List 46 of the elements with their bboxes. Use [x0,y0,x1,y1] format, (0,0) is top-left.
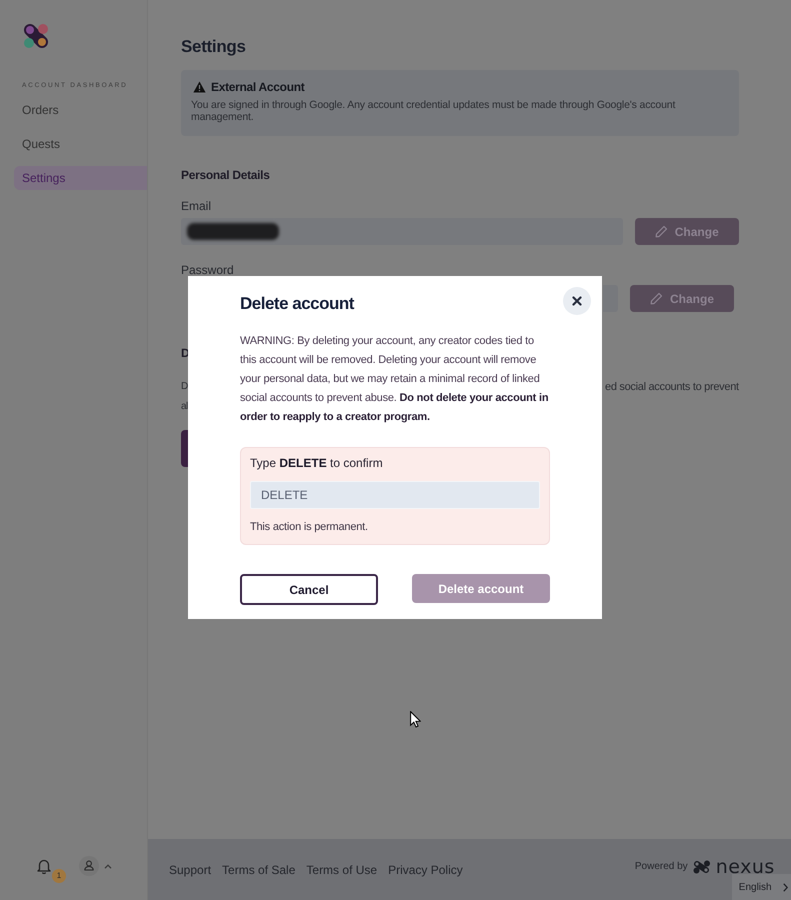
modal-title: Delete account [240,293,356,315]
sidebar-item[interactable]: Orders [14,98,147,122]
language-selector[interactable]: English [732,874,791,900]
caret-icon [104,864,112,868]
sidebar-item[interactable]: Settings [14,166,147,190]
mouse-cursor-icon [410,711,421,728]
footer-link[interactable]: Privacy Policy [388,862,463,876]
notification-count: 1 [52,869,66,883]
paragraph-fragment: D [181,380,188,394]
confirm-input[interactable]: DELETE [250,481,540,509]
footer-link[interactable]: Terms of Sale [222,862,296,876]
close-icon [572,296,582,306]
user-menu-button[interactable] [79,856,112,876]
email-field[interactable] [181,218,623,245]
warning-text: WARNING: By deleting your account, any creator codes tied to this account will be removed. Deleting your account will remove your personal data, but we may retain a minimal record of linked social accounts to prevent abuse. Do not delete your account in order to reapply to a creator program. [240,334,550,425]
powered-by-label: Powered by [634,860,688,872]
brand-logo-icon [692,860,711,874]
bell-icon [37,858,51,874]
confirm-prompt: Type DELETE to confirm [250,455,384,471]
avatar-icon [79,856,99,876]
notifications-button[interactable] [37,858,51,874]
brand-name: nexus [716,858,775,876]
paragraph-fragment: al [181,400,188,414]
field-label: Password [181,264,235,276]
delete-account-button[interactable]: Delete account [412,574,550,603]
close-button[interactable] [563,287,591,315]
password-field[interactable] [603,285,618,312]
notice-text: You are signed in through Google. Any account credential updates must be made through Google's account management. [191,99,676,123]
section-heading: Personal Details [181,168,271,182]
footer-link[interactable]: Support [169,862,212,876]
chevron-icon [782,882,788,892]
button-edge[interactable] [181,430,188,467]
pencil-icon [654,225,668,238]
change-button[interactable]: Change [634,218,739,245]
confirm-note: This action is permanent. [250,520,369,534]
field-label: Email [181,199,212,213]
logo-icon [22,22,50,50]
pencil-icon [650,292,663,305]
cancel-button[interactable]: Cancel [240,574,378,605]
notice-title: External Account [211,79,304,95]
footer-link[interactable]: Terms of Use [306,862,378,876]
page-title: Settings [181,36,247,58]
warning-icon [193,81,206,93]
paragraph-fragment: ed social accounts to prevent [604,380,739,395]
change-button[interactable]: Change [630,285,734,312]
sidebar-item[interactable]: Quests [14,132,147,156]
